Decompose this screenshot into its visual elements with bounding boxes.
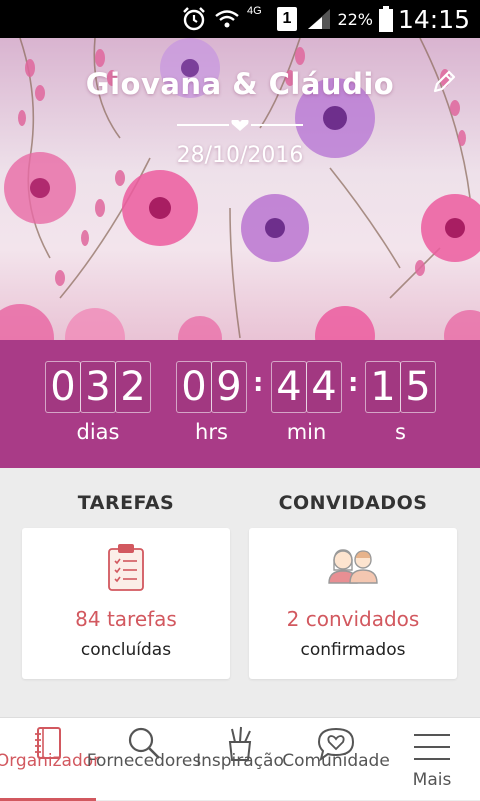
seconds-digit: 1 [365,361,401,413]
pink-flower-right [421,194,480,262]
seconds-digit: 5 [400,361,436,413]
sim-icon: 1 [277,0,297,38]
tasks-caption: concluídas [80,640,172,660]
days-digits: 0 3 2 [45,361,151,413]
days-label: dias [76,420,120,444]
hours-digit: 9 [211,361,247,413]
nav-item-comunidade[interactable]: Comunidade [282,718,390,801]
countdown-panel: 0 3 2 dias 0 9 hrs : 4 4 min : 1 5 s [0,340,480,468]
network-type: 4G [247,5,262,17]
hours-digit: 0 [176,361,212,413]
nav-item-fornecedores[interactable]: Fornecedores [87,718,201,801]
nav-label-mais: Mais [412,770,452,790]
bottom-navigation: Organizador Fornecedores Inspiração Comu… [0,717,480,801]
nav-item-organizador[interactable]: Organizador [0,718,100,801]
wedding-date: 28/10/2016 [176,143,304,168]
hero-banner: Giovana & Cláudio 28/10/2016 [0,38,480,340]
clipboard-checklist-icon [106,542,146,597]
days-digit: 0 [45,361,81,413]
seconds-label: s [395,420,406,444]
battery-percent: 22% [337,9,373,29]
seconds-digits: 1 5 [365,361,436,413]
sim-slot-number: 1 [277,7,297,31]
pink-flower-center [122,170,198,246]
alarm-icon [180,0,208,38]
heart-icon [231,120,249,131]
hours-label: hrs [195,420,228,444]
couple-guests-icon [327,548,379,589]
edit-pencil-icon[interactable] [430,68,458,96]
days-digit: 3 [80,361,116,413]
guests-count: 2 convidados [286,607,420,631]
status-bar: 4G 1 22% 14:15 [0,0,480,38]
guests-section-title: CONVIDADOS [278,492,428,514]
minutes-label: min [286,420,327,444]
days-digit: 2 [115,361,151,413]
nav-label-comunidade: Comunidade [282,751,390,771]
minutes-digit: 4 [306,361,342,413]
heart-divider [177,120,303,131]
tasks-card[interactable]: 84 tarefas concluídas [22,528,230,679]
hours-digits: 0 9 [176,361,247,413]
battery-icon [378,0,394,38]
tasks-count: 84 tarefas [75,607,177,631]
signal-icon [306,0,332,38]
guests-caption: confirmados [300,640,406,660]
couple-names-title: Giovana & Cláudio [85,67,395,101]
minutes-digit: 4 [271,361,307,413]
menu-icon [413,732,451,767]
nav-item-inspiracao[interactable]: Inspiração [192,718,288,801]
guests-card[interactable]: 2 convidados confirmados [249,528,457,679]
time-separator: : [348,368,359,398]
purple-flower-center [241,194,309,262]
nav-item-mais[interactable]: Mais [384,718,480,801]
time-separator: : [253,368,264,398]
tasks-section-title: TAREFAS [77,492,175,514]
wifi-icon [213,0,241,38]
clock: 14:15 [397,4,470,34]
minutes-digits: 4 4 [271,361,342,413]
